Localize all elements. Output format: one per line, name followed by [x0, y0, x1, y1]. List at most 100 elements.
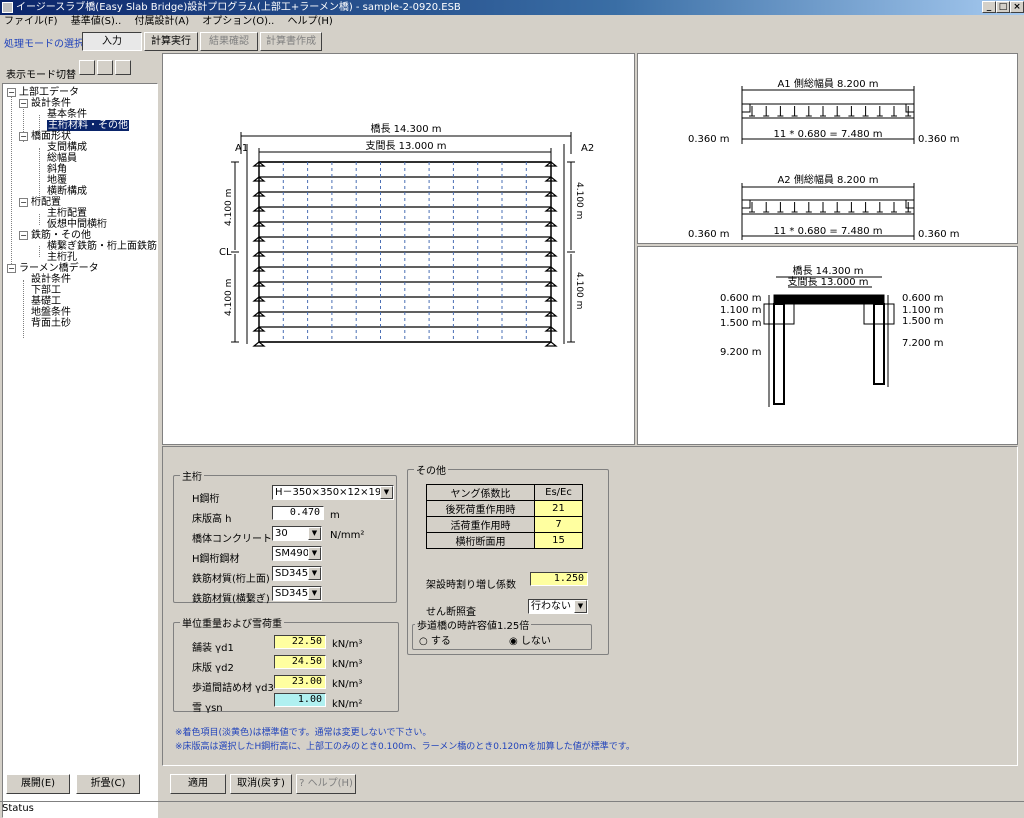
- mode-calc-button[interactable]: 計算実行: [144, 32, 198, 51]
- plan-a2-label: A2: [581, 143, 594, 154]
- tree-item-substructure[interactable]: 下部工: [31, 285, 61, 296]
- plan-a1-label: A1: [235, 143, 248, 154]
- young-value-input[interactable]: 21: [534, 500, 583, 517]
- cancel-button[interactable]: 取消(戻す): [230, 774, 292, 794]
- tree-item-girder-material[interactable]: 主桁材料・その他: [47, 120, 129, 131]
- mode-report-button[interactable]: 計算書作成: [260, 32, 322, 51]
- mode-result-button[interactable]: 結果確認: [200, 32, 258, 51]
- frame-d3-left: 1.500 m: [720, 318, 762, 329]
- section-a2-overhang-right: 0.360 m: [918, 229, 960, 240]
- tree-item-backfill[interactable]: 背面土砂: [31, 318, 71, 329]
- sidewalk-fill-unit: kN/m³: [332, 679, 363, 690]
- snow-input[interactable]: 1.00: [274, 693, 326, 707]
- input-panel: 主桁 H鋼桁 H－350×350×12×19 ▼ 床版高 h 0.470 m 橋体…: [162, 446, 1018, 766]
- steel-girder-select[interactable]: H－350×350×12×19 ▼: [272, 485, 394, 500]
- young-value-input[interactable]: 7: [534, 516, 583, 533]
- table-row: 後死荷重作用時 21: [426, 500, 583, 517]
- expand-button[interactable]: 展開(E): [6, 774, 70, 794]
- tree-item-rahmen[interactable]: ラーメン橋データ: [19, 263, 99, 274]
- tree-item-skew[interactable]: 斜角: [47, 164, 67, 175]
- slab-weight-input[interactable]: 24.50: [274, 655, 326, 669]
- shear-check-select[interactable]: 行わない ▼: [528, 599, 588, 614]
- snow-unit: kN/m²: [332, 699, 363, 710]
- close-button[interactable]: ×: [1010, 1, 1024, 13]
- unit-weight-group: 単位重量および雪荷重 舗装 γd1 22.50 kN/m³ 床版 γd2 24.…: [173, 615, 399, 714]
- tree-item-ground[interactable]: 地盤条件: [31, 307, 71, 318]
- minimize-button[interactable]: _: [982, 1, 996, 13]
- frame-d1-left: 0.600 m: [720, 293, 762, 304]
- tree-item-rahmen-design-conditions[interactable]: 設計条件: [31, 274, 71, 285]
- frame-view-drawing: 橋長 14.300 m 支間長 13.000 m 0.600 m 1.100 m…: [720, 264, 944, 407]
- tree-item-main-girder-layout[interactable]: 主桁配置: [47, 208, 87, 219]
- young-modulus-table: ヤング係数比 Es/Ec 後死荷重作用時 21 活荷重作用時 7 横桁断面用 15: [426, 484, 583, 549]
- table-row: 横桁断面用 15: [426, 532, 583, 549]
- tree-view-icon[interactable]: [79, 60, 95, 75]
- help-button[interactable]: ? ヘルプ(H): [296, 774, 356, 794]
- tree-item-foundation[interactable]: 基礎工: [31, 296, 61, 307]
- tree-item-rebar[interactable]: 鉄筋・その他: [31, 230, 91, 241]
- tree-item-total-width[interactable]: 総幅員: [47, 153, 77, 164]
- menu-standard[interactable]: 基準値(S)..: [71, 16, 122, 27]
- sidewalk-fill-label: 歩道間詰め材 γd3: [192, 683, 274, 694]
- pavement-input[interactable]: 22.50: [274, 635, 326, 649]
- frame-d3-right: 1.500 m: [902, 316, 944, 327]
- menu-options[interactable]: オプション(O)..: [202, 16, 274, 27]
- data-tree[interactable]: − 上部工データ − 設計条件 基本条件 主桁材料・その他 − 橋面形状 支間構…: [2, 83, 158, 818]
- tree-item-tie-rebar[interactable]: 横繋ぎ鉄筋・桁上面鉄筋: [47, 241, 157, 252]
- young-value-input[interactable]: 15: [534, 532, 583, 549]
- main-girder-group: 主桁 H鋼桁 H－350×350×12×19 ▼ 床版高 h 0.470 m 橋体…: [173, 468, 397, 605]
- young-header: ヤング係数比: [426, 484, 535, 501]
- rebar-top-label: 鉄筋材質(桁上面): [192, 574, 270, 585]
- sidewalk-fill-input[interactable]: 23.00: [274, 675, 326, 689]
- tree-item-girder-layout[interactable]: 桁配置: [31, 197, 61, 208]
- tree-item-basic-conditions[interactable]: 基本条件: [47, 109, 87, 120]
- tree-item-girder-hole[interactable]: 主桁孔: [47, 252, 77, 263]
- steel-girder-label: H鋼桁: [192, 494, 220, 505]
- mode-label: 処理モードの選択: [4, 39, 84, 50]
- tree-item-span[interactable]: 支間構成: [47, 142, 87, 153]
- section-a1-girders: 11 * 0.680 = 7.480 m: [774, 129, 883, 140]
- rebar-top-select[interactable]: SD345 ▼: [272, 566, 322, 581]
- slab-weight-label: 床版 γd2: [192, 663, 234, 674]
- section-a2-title: A2 側総幅員 8.200 m: [777, 173, 878, 186]
- plan-half-width-right-bottom: 4.100 m: [574, 272, 584, 309]
- menu-attached-design[interactable]: 付属設計(A): [134, 16, 189, 27]
- steel-material-select[interactable]: SM490Y ▼: [272, 546, 322, 561]
- erection-factor-label: 架設時割り増し係数: [426, 580, 516, 591]
- collapse-button[interactable]: 折畳(C): [76, 774, 140, 794]
- frame-d2-right: 1.100 m: [902, 305, 944, 316]
- menu-help[interactable]: ヘルプ(H): [288, 16, 333, 27]
- slab-height-label: 床版高 h: [192, 514, 232, 525]
- rebar-tie-select[interactable]: SD345 ▼: [272, 586, 322, 601]
- tree-item-curb[interactable]: 地覆: [47, 175, 67, 186]
- tree-item-cross-section[interactable]: 横断構成: [47, 186, 87, 197]
- apply-button[interactable]: 適用: [170, 774, 226, 794]
- maximize-button[interactable]: □: [996, 1, 1010, 13]
- mode-input-button[interactable]: 入力: [82, 32, 142, 51]
- tree-item-deck-shape[interactable]: 橋面形状: [31, 131, 71, 142]
- section-a1-overhang-left: 0.360 m: [688, 134, 730, 145]
- slab-height-input[interactable]: 0.470: [272, 506, 324, 520]
- note-line-1: ※着色項目(淡黄色)は標準値です。通常は変更しないで下さい。: [175, 728, 432, 738]
- menu-bar: ファイル(F) 基準値(S).. 付属設計(A) オプション(O).. ヘルプ(…: [0, 15, 1024, 30]
- mode-bar: 処理モードの選択 入力 計算実行 結果確認 計算書作成: [0, 31, 1024, 51]
- chevron-down-icon: ▼: [380, 486, 393, 499]
- erection-factor-input[interactable]: 1.250: [530, 572, 588, 586]
- steel-material-label: H鋼桁鋼材: [192, 554, 240, 565]
- slab-height-unit: m: [330, 510, 340, 521]
- radio-no[interactable]: ◉ しない: [509, 632, 551, 647]
- concrete-select[interactable]: 30 ▼: [272, 526, 322, 541]
- property-view-icon[interactable]: [97, 60, 113, 75]
- menu-file[interactable]: ファイル(F): [4, 16, 58, 27]
- window-view-icon[interactable]: [115, 60, 131, 75]
- plan-span-total-label: 橋長 14.300 m: [370, 122, 441, 135]
- frame-height-left: 9.200 m: [720, 347, 762, 358]
- tree-item-virtual-crossbeam[interactable]: 仮想中間横桁: [47, 219, 107, 230]
- cross-section-pane: A1 側総幅員 8.200 m 11 * 0.680 = 7.480 m 0.3…: [637, 53, 1018, 244]
- concrete-unit: N/mm²: [330, 530, 365, 541]
- radio-yes[interactable]: ○ する: [419, 632, 451, 647]
- section-a2-girders: 11 * 0.680 = 7.480 m: [774, 226, 883, 237]
- tree-item-superstructure[interactable]: 上部工データ: [19, 87, 79, 98]
- tree-item-design-conditions[interactable]: 設計条件: [31, 98, 71, 109]
- frame-view-pane: 橋長 14.300 m 支間長 13.000 m 0.600 m 1.100 m…: [637, 246, 1018, 445]
